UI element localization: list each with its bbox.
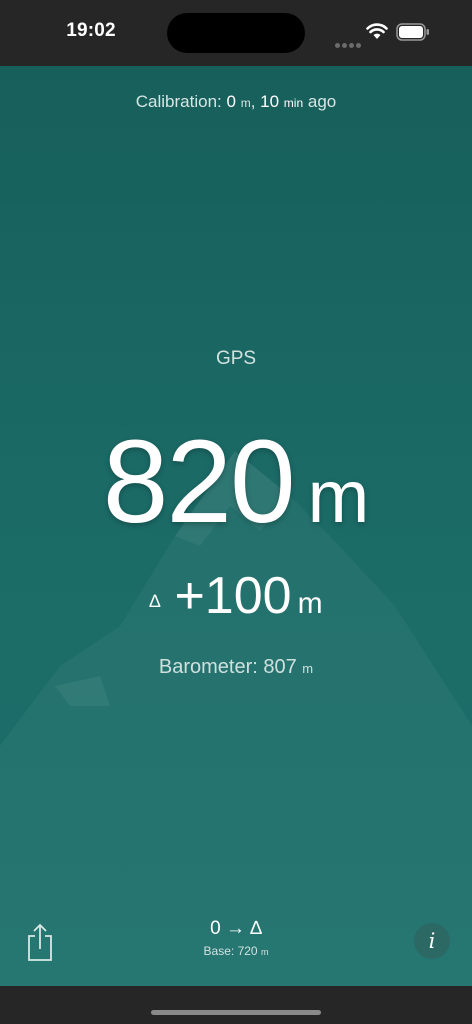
status-time: 19:02 [66,20,116,41]
calibration-time-unit: min [283,96,304,110]
delta-value: +100 [174,567,292,625]
barometer-label: Barometer: [158,656,264,678]
calibration-status: Calibration: 0 m, 10 min ago [0,92,472,112]
mode-toggle-button[interactable]: 0 → ∆ Base: 720 m [146,918,326,958]
base-altitude-label: Base: 720 m [146,944,326,958]
share-icon [28,923,52,961]
base-label-text: Base: 720 [203,944,258,958]
wifi-icon [366,23,388,39]
calibration-distance-unit: m [240,96,251,110]
altitude-readout: 820 m [0,414,472,550]
home-indicator-area [0,986,472,1024]
battery-icon [396,23,429,41]
barometer-readout: Barometer: 807 m [0,656,472,679]
delta-readout: ∆ +100 m [0,566,472,626]
altitude-unit: m [307,455,370,538]
delta-unit: m [297,587,323,620]
main-screen: Calibration: 0 m, 10 min ago GPS 820 m ∆ +… [0,66,472,986]
info-button[interactable]: i [414,923,450,959]
dynamic-island [167,13,305,53]
barometer-value: 807 [263,656,297,678]
altitude-source-label: GPS [215,348,257,369]
calibration-separator: , [250,92,261,111]
cellular-signal-icon [335,35,363,53]
calibration-prefix: Calibration: [135,92,227,111]
altitude-value: 820 [102,416,296,548]
delta-symbol: ∆ [149,591,161,611]
base-label-unit: m [260,947,269,957]
share-button[interactable] [24,922,56,962]
status-bar: 19:02 [0,0,472,66]
home-indicator[interactable] [151,1010,321,1015]
calibration-distance-value: 0 [226,92,236,111]
mode-label: 0 → ∆ [210,918,262,939]
calibration-time-value: 10 [260,92,280,111]
calibration-suffix: ago [303,92,337,111]
barometer-unit: m [302,661,314,676]
